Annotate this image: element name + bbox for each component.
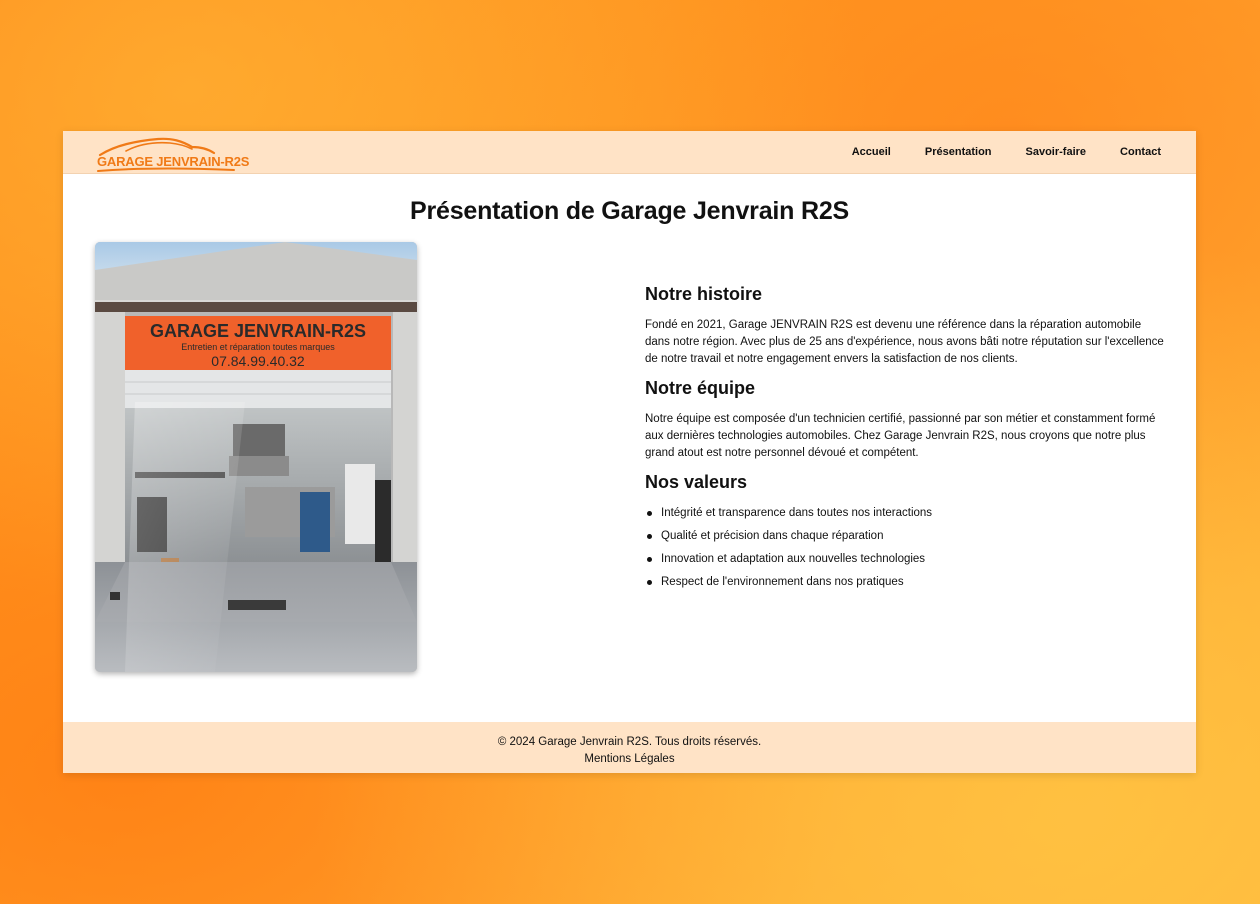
presentation-content: GARAGE JENVRAIN-R2S Entretien et réparat… <box>63 226 1196 686</box>
list-item: Qualité et précision dans chaque réparat… <box>645 528 1165 545</box>
logo-text: GARAGE JENVRAIN-R2S <box>97 154 250 169</box>
website-frame: GARAGE JENVRAIN-R2S Accueil Présentation… <box>63 131 1196 773</box>
legal-notice-link[interactable]: Mentions Légales <box>63 751 1196 768</box>
nav-link-savoir-faire[interactable]: Savoir-faire <box>1026 146 1087 158</box>
section-heading-equipe: Notre équipe <box>645 378 756 398</box>
values-list: Intégrité et transparence dans toutes no… <box>645 505 1165 591</box>
nav-link-contact[interactable]: Contact <box>1120 146 1161 158</box>
section-text-equipe: Notre équipe est composée d'un technicie… <box>645 413 1156 459</box>
garage-photo-illustration: GARAGE JENVRAIN-R2S Entretien et réparat… <box>95 242 417 672</box>
presentation-text: Notre histoire Fondé en 2021, Garage JEN… <box>645 284 1165 597</box>
nav-link-accueil[interactable]: Accueil <box>852 146 891 158</box>
list-item: Innovation et adaptation aux nouvelles t… <box>645 551 1165 568</box>
main-nav: Accueil Présentation Savoir-faire Contac… <box>852 146 1161 158</box>
list-item: Intégrité et transparence dans toutes no… <box>645 505 1165 522</box>
sign-title: GARAGE JENVRAIN-R2S <box>150 321 366 341</box>
sign-phone: 07.84.99.40.32 <box>211 353 305 369</box>
site-footer: © 2024 Garage Jenvrain R2S. Tous droits … <box>63 722 1196 773</box>
section-heading-histoire: Notre histoire <box>645 284 763 304</box>
list-item: Respect de l'environnement dans nos prat… <box>645 574 1165 591</box>
section-text-histoire: Fondé en 2021, Garage JENVRAIN R2S est d… <box>645 319 1164 365</box>
navbar: GARAGE JENVRAIN-R2S Accueil Présentation… <box>63 131 1196 174</box>
site-logo[interactable]: GARAGE JENVRAIN-R2S <box>96 133 249 172</box>
footer-copyright: © 2024 Garage Jenvrain R2S. Tous droits … <box>497 736 762 748</box>
garage-photo: GARAGE JENVRAIN-R2S Entretien et réparat… <box>95 242 417 672</box>
nav-link-presentation[interactable]: Présentation <box>925 146 992 158</box>
page-title: Présentation de Garage Jenvrain R2S <box>409 197 849 225</box>
sign-subtitle: Entretien et réparation toutes marques <box>181 342 335 352</box>
section-heading-valeurs: Nos valeurs <box>645 472 748 492</box>
